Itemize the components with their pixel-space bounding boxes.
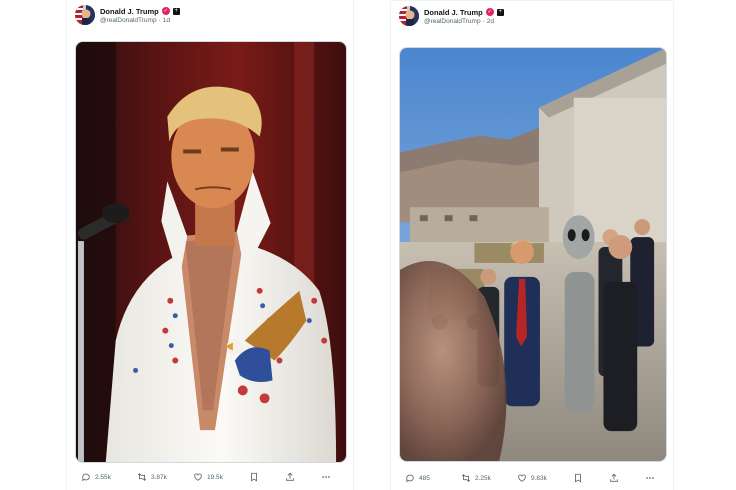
bookmark-icon xyxy=(251,472,257,482)
author-name[interactable]: Donald J. Trump xyxy=(100,7,159,16)
action-bar: 2.55k 3.87k 19.5k xyxy=(81,469,343,485)
verified-icon: ✓ xyxy=(161,7,170,15)
post-card[interactable]: Donald J. Trump ✓ + @realDonaldTrump · 2d xyxy=(390,0,674,490)
like-button[interactable]: 9.83k xyxy=(517,473,547,483)
more-options-button[interactable] xyxy=(321,472,331,482)
verified-icon: ✓ xyxy=(485,8,494,16)
like-count: 9.83k xyxy=(531,474,547,482)
like-button[interactable]: 19.5k xyxy=(193,472,223,482)
like-icon xyxy=(194,473,202,481)
reply-count: 485 xyxy=(419,474,430,482)
author-handle[interactable]: @realDonaldTrump xyxy=(424,18,481,25)
author-line: Donald J. Trump ✓ + xyxy=(100,5,180,17)
performer-portrait-image xyxy=(76,42,346,462)
post-meta: @realDonaldTrump · 2d xyxy=(424,18,494,25)
more-icon xyxy=(322,476,330,478)
reply-button[interactable]: 485 xyxy=(405,473,430,483)
repost-icon xyxy=(461,474,471,482)
hangar-scene-image xyxy=(400,48,666,461)
action-bar: 485 2.25k 9.83k xyxy=(405,470,667,486)
bookmark-button[interactable] xyxy=(249,472,259,482)
affiliate-icon: + xyxy=(172,7,180,15)
author-name[interactable]: Donald J. Trump xyxy=(424,8,483,17)
reply-icon xyxy=(406,474,414,483)
affiliate-icon: + xyxy=(496,8,504,16)
post-timestamp[interactable]: 1d xyxy=(163,17,170,24)
reply-button[interactable]: 2.55k xyxy=(81,472,111,482)
share-button[interactable] xyxy=(285,472,295,482)
repost-button[interactable]: 2.25k xyxy=(461,473,491,483)
author-line: Donald J. Trump ✓ + xyxy=(424,6,504,18)
repost-icon xyxy=(137,473,147,481)
share-icon xyxy=(610,473,618,482)
post-image[interactable] xyxy=(399,47,667,462)
avatar[interactable] xyxy=(75,5,95,25)
post-card[interactable]: Donald J. Trump ✓ + @realDonaldTrump · 1d xyxy=(66,0,354,490)
share-icon xyxy=(286,472,294,481)
more-icon xyxy=(646,477,654,479)
bookmark-icon xyxy=(575,473,581,483)
meta-separator: · xyxy=(158,17,161,24)
share-button[interactable] xyxy=(609,473,619,483)
repost-button[interactable]: 3.87k xyxy=(137,472,167,482)
repost-count: 3.87k xyxy=(151,473,167,481)
like-count: 19.5k xyxy=(207,473,223,481)
bookmark-button[interactable] xyxy=(573,473,583,483)
post-timestamp[interactable]: 2d xyxy=(487,18,494,25)
reply-icon xyxy=(82,473,90,482)
feed-page: Donald J. Trump ✓ + @realDonaldTrump · 1d xyxy=(0,0,736,490)
avatar[interactable] xyxy=(399,6,419,26)
more-options-button[interactable] xyxy=(645,473,655,483)
post-header: Donald J. Trump ✓ + @realDonaldTrump · 2d xyxy=(399,5,665,31)
post-header: Donald J. Trump ✓ + @realDonaldTrump · 1d xyxy=(75,4,345,30)
author-handle[interactable]: @realDonaldTrump xyxy=(100,17,157,24)
repost-count: 2.25k xyxy=(475,474,491,482)
post-meta: @realDonaldTrump · 1d xyxy=(100,17,170,24)
like-icon xyxy=(518,474,526,482)
meta-separator: · xyxy=(482,18,485,25)
reply-count: 2.55k xyxy=(95,473,111,481)
post-image[interactable] xyxy=(75,41,347,463)
